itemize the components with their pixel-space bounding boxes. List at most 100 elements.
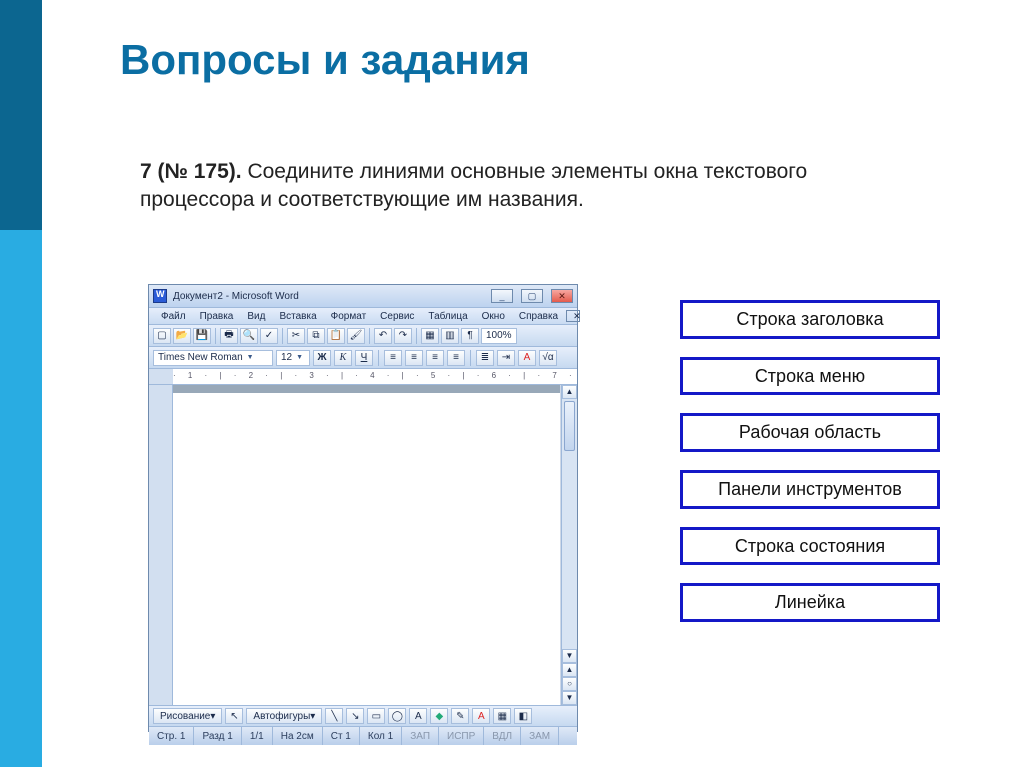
status-at: На 2см: [273, 727, 323, 745]
menu-window[interactable]: Окно: [476, 311, 511, 322]
side-accent-light: [0, 230, 42, 767]
paste-icon[interactable]: 📋: [327, 328, 345, 344]
browse-object-icon[interactable]: ○: [562, 677, 577, 691]
window-title: Документ2 - Microsoft Word: [173, 291, 299, 302]
bold-button[interactable]: Ж: [313, 350, 331, 366]
standard-toolbar: ▢ 📂 💾 🖶 🔍 ✓ ✂ ⧉ 📋 🖌 ↶ ↷ ▦ ▥ ¶ 100%: [149, 325, 577, 347]
italic-button[interactable]: К: [334, 350, 352, 366]
vertical-ruler[interactable]: [149, 385, 173, 705]
word-window: Документ2 - Microsoft Word _ ▢ ✕ Файл Пр…: [148, 284, 578, 732]
shadow-icon[interactable]: ▦: [493, 708, 511, 724]
menu-insert[interactable]: Вставка: [273, 311, 322, 322]
print-icon[interactable]: 🖶: [220, 328, 238, 344]
preview-icon[interactable]: 🔍: [240, 328, 258, 344]
menu-view[interactable]: Вид: [241, 311, 271, 322]
zoom-combo[interactable]: 100%: [481, 328, 517, 344]
brush-icon[interactable]: 🖌: [347, 328, 365, 344]
slide-title: Вопросы и задания: [120, 36, 530, 84]
status-col: Кол 1: [360, 727, 402, 745]
menu-table[interactable]: Таблица: [422, 311, 473, 322]
redo-icon[interactable]: ↷: [394, 328, 412, 344]
chevron-down-icon: ▼: [296, 354, 303, 361]
maximize-button[interactable]: ▢: [521, 289, 543, 303]
3d-icon[interactable]: ◧: [514, 708, 532, 724]
align-center-icon[interactable]: ≡: [405, 350, 423, 366]
oval-icon[interactable]: ◯: [388, 708, 406, 724]
status-line: Ст 1: [323, 727, 360, 745]
formula-icon[interactable]: √α: [539, 350, 557, 366]
scroll-up-icon[interactable]: ▲: [562, 385, 577, 399]
drawing-toolbar: Рисование▾ ↖ Автофигуры▾ ╲ ↘ ▭ ◯ A ◆ ✎ A…: [149, 705, 577, 727]
formatting-toolbar: Times New Roman▼ 12▼ Ж К Ч ≡ ≡ ≡ ≡ ≣ ⇥ A…: [149, 347, 577, 369]
align-justify-icon[interactable]: ≡: [447, 350, 465, 366]
underline-button[interactable]: Ч: [355, 350, 373, 366]
indent-icon[interactable]: ⇥: [497, 350, 515, 366]
answer-toolbars[interactable]: Панели инструментов: [680, 470, 940, 509]
status-page: Стр. 1: [149, 727, 194, 745]
menu-file[interactable]: Файл: [155, 311, 192, 322]
align-right-icon[interactable]: ≡: [426, 350, 444, 366]
answer-ruler[interactable]: Линейка: [680, 583, 940, 622]
horizontal-ruler[interactable]: · 1 · | · 2 · | · 3 · | · 4 · | · 5 · | …: [149, 369, 577, 385]
document-area: ▲ ▼ ▲ ○ ▼: [149, 385, 577, 705]
vertical-scrollbar[interactable]: ▲ ▼ ▲ ○ ▼: [561, 385, 577, 705]
cut-icon[interactable]: ✂: [287, 328, 305, 344]
side-accent-dark: [0, 0, 42, 230]
font-size-combo[interactable]: 12▼: [276, 350, 310, 366]
status-ovr: ЗАМ: [521, 727, 559, 745]
select-icon[interactable]: ↖: [225, 708, 243, 724]
table-icon[interactable]: ▦: [421, 328, 439, 344]
menu-format[interactable]: Формат: [325, 311, 373, 322]
word-icon: [153, 289, 167, 303]
status-ext: ВДЛ: [484, 727, 521, 745]
status-rec: ЗАП: [402, 727, 439, 745]
status-section: Разд 1: [194, 727, 241, 745]
chevron-down-icon: ▼: [247, 354, 254, 361]
spell-icon[interactable]: ✓: [260, 328, 278, 344]
align-left-icon[interactable]: ≡: [384, 350, 402, 366]
ruler-ticks: · 1 · | · 2 · | · 3 · | · 4 · | · 5 · | …: [173, 369, 577, 380]
menu-help[interactable]: Справка: [513, 311, 564, 322]
save-icon[interactable]: 💾: [193, 328, 211, 344]
next-page-icon[interactable]: ▼: [562, 691, 577, 705]
page-canvas[interactable]: [173, 385, 561, 705]
answer-titlebar[interactable]: Строка заголовка: [680, 300, 940, 339]
status-pages: 1/1: [242, 727, 273, 745]
task-text: 7 (№ 175). Соедините линиями основные эл…: [140, 158, 840, 215]
columns-icon[interactable]: ▥: [441, 328, 459, 344]
bullets-icon[interactable]: ≣: [476, 350, 494, 366]
open-icon[interactable]: 📂: [173, 328, 191, 344]
line-color-icon[interactable]: ✎: [451, 708, 469, 724]
menu-bar: Файл Правка Вид Вставка Формат Сервис Та…: [149, 307, 577, 325]
titlebar: Документ2 - Microsoft Word _ ▢ ✕: [149, 285, 577, 307]
rect-icon[interactable]: ▭: [367, 708, 385, 724]
close-button[interactable]: ✕: [551, 289, 573, 303]
copy-icon[interactable]: ⧉: [307, 328, 325, 344]
arrow-icon[interactable]: ↘: [346, 708, 364, 724]
autoshapes-menu[interactable]: Автофигуры▾: [246, 708, 322, 724]
status-trk: ИСПР: [439, 727, 484, 745]
status-bar: Стр. 1 Разд 1 1/1 На 2см Ст 1 Кол 1 ЗАП …: [149, 727, 577, 745]
answer-workarea[interactable]: Рабочая область: [680, 413, 940, 452]
font-name-combo[interactable]: Times New Roman▼: [153, 350, 273, 366]
answer-menubar[interactable]: Строка меню: [680, 357, 940, 396]
menu-tools[interactable]: Сервис: [374, 311, 420, 322]
scroll-thumb[interactable]: [564, 401, 575, 451]
answer-statusbar[interactable]: Строка состояния: [680, 527, 940, 566]
minimize-button[interactable]: _: [491, 289, 513, 303]
answer-list: Строка заголовка Строка меню Рабочая обл…: [680, 300, 940, 622]
fill-color-icon[interactable]: ◆: [430, 708, 448, 724]
font-color-icon[interactable]: A: [518, 350, 536, 366]
undo-icon[interactable]: ↶: [374, 328, 392, 344]
scroll-down-icon[interactable]: ▼: [562, 649, 577, 663]
menu-edit[interactable]: Правка: [194, 311, 240, 322]
new-icon[interactable]: ▢: [153, 328, 171, 344]
line-icon[interactable]: ╲: [325, 708, 343, 724]
doc-close-icon[interactable]: ✕: [566, 310, 580, 322]
font-color2-icon[interactable]: A: [472, 708, 490, 724]
textbox-icon[interactable]: A: [409, 708, 427, 724]
para-icon[interactable]: ¶: [461, 328, 479, 344]
prev-page-icon[interactable]: ▲: [562, 663, 577, 677]
task-number: 7 (№ 175).: [140, 160, 242, 183]
drawing-menu[interactable]: Рисование▾: [153, 708, 222, 724]
